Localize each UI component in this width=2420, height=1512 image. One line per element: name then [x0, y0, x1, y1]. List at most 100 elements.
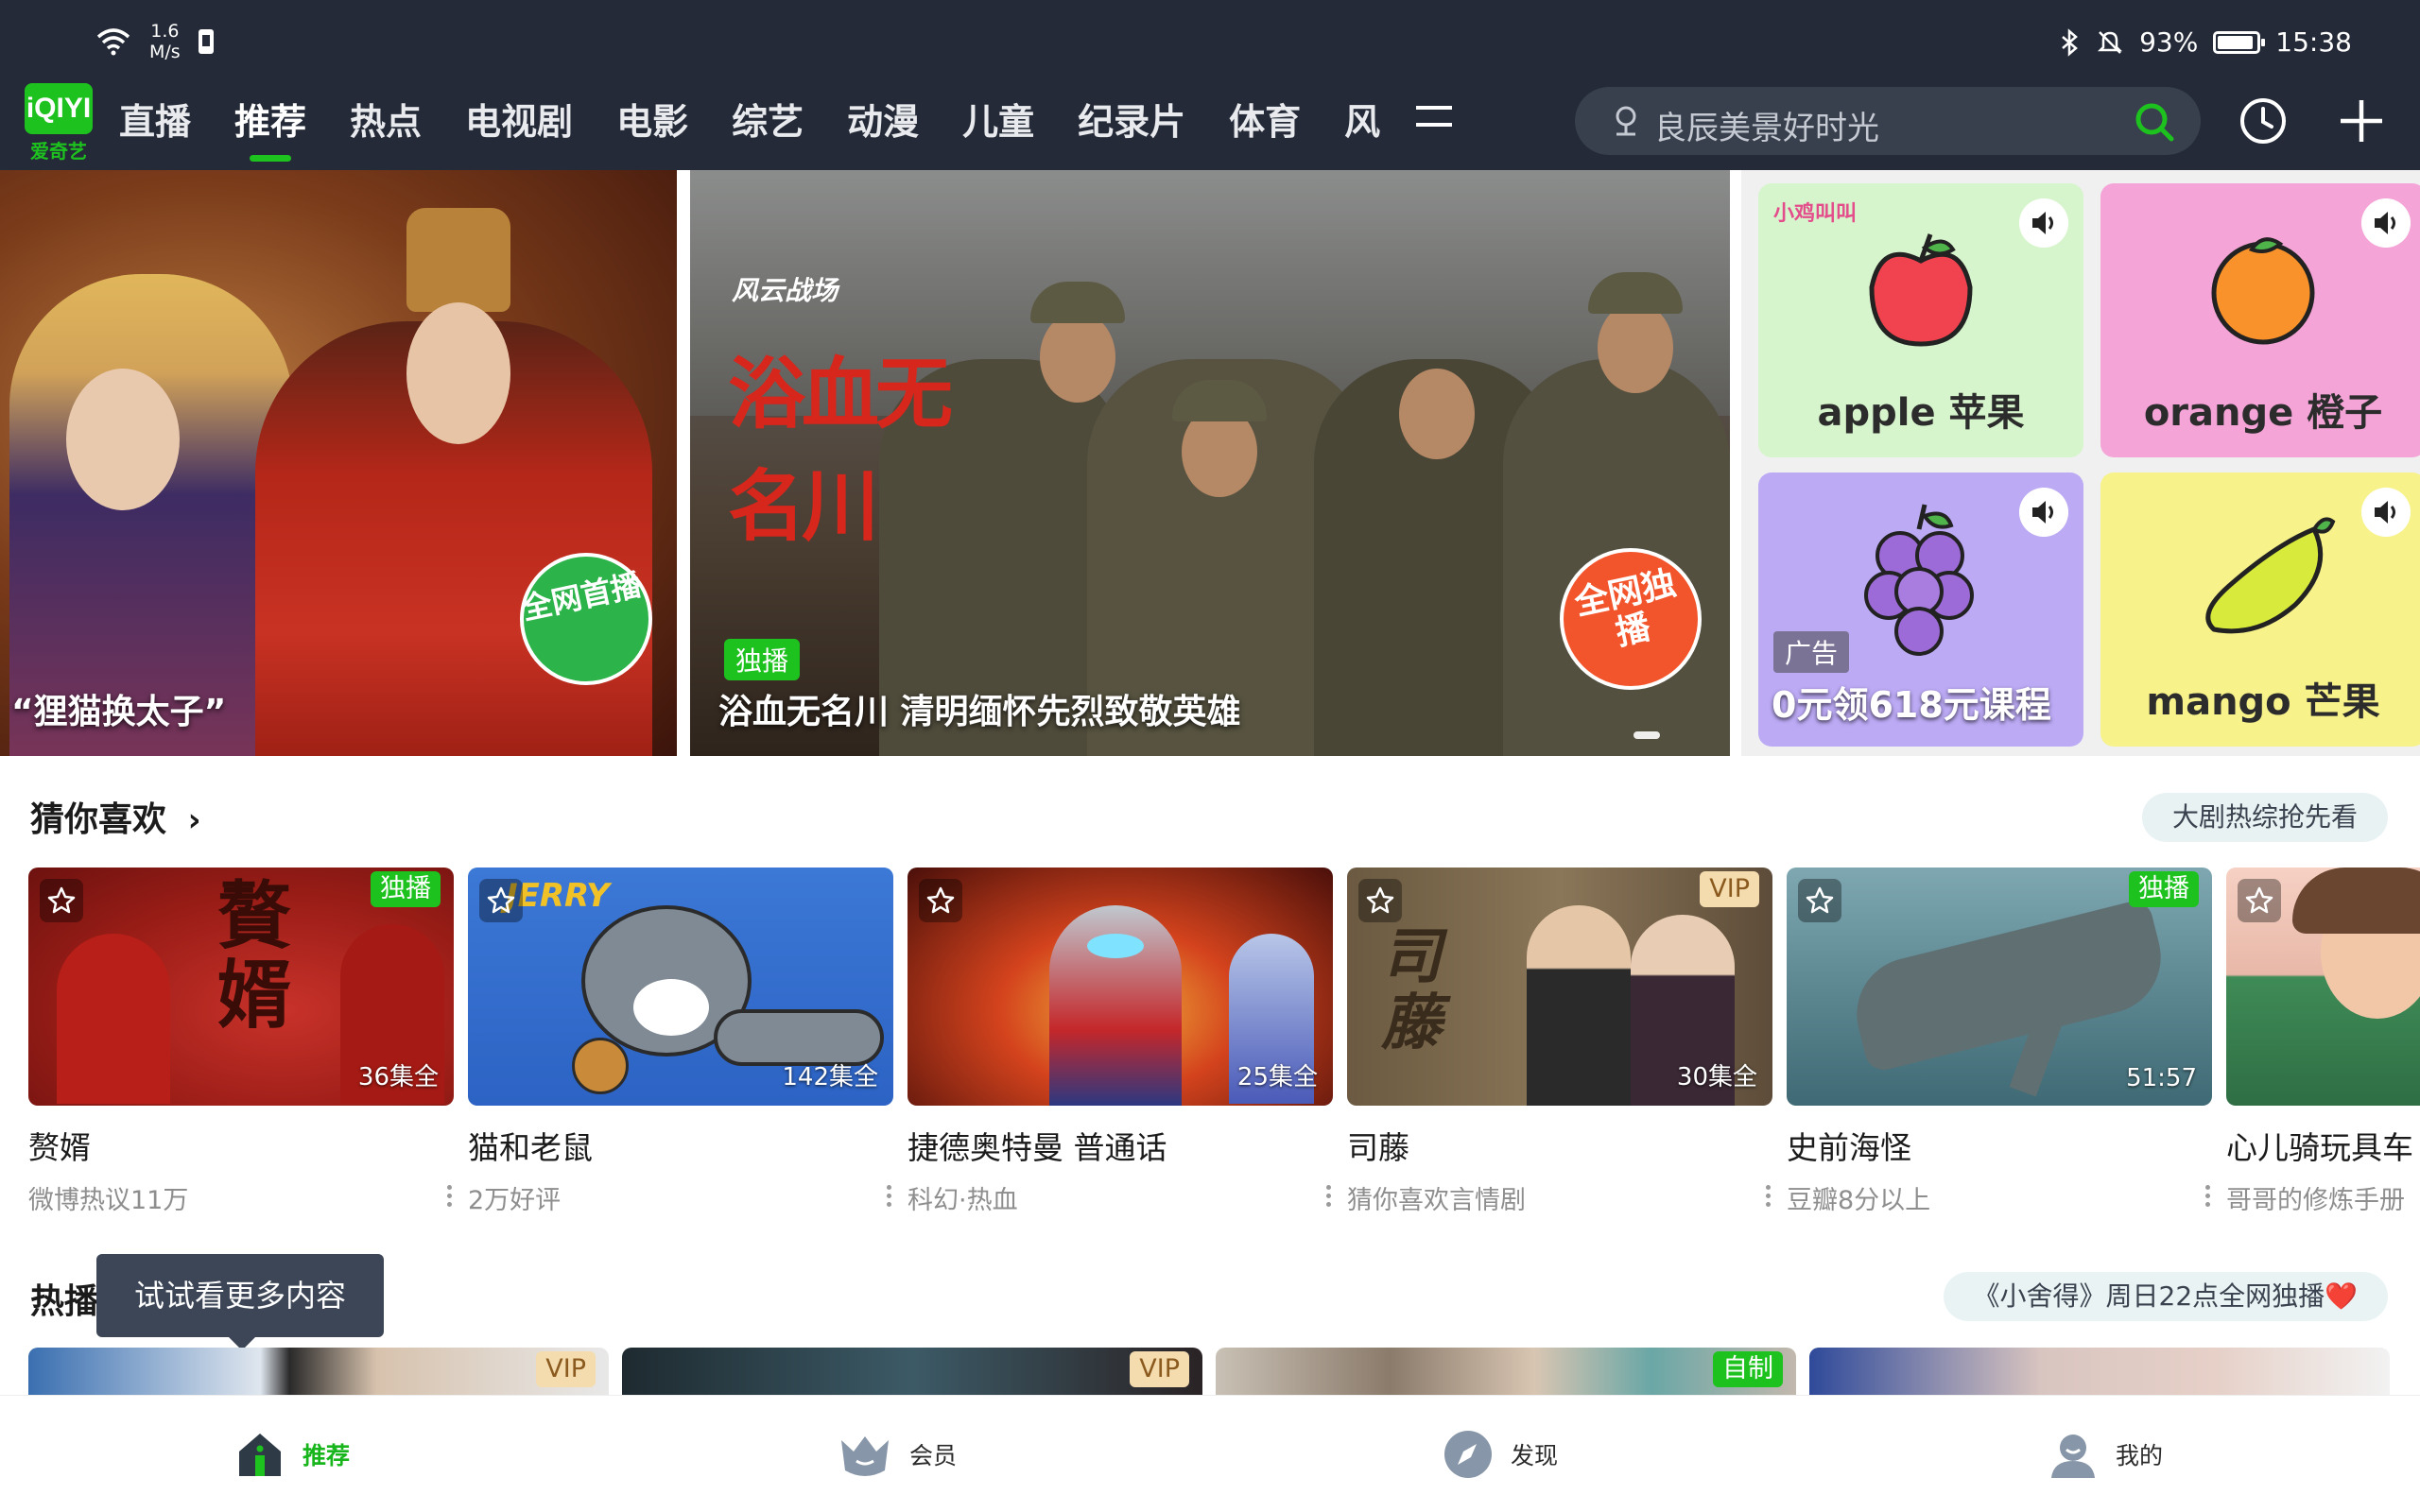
bottom-tab-bar: 推荐 会员 发现 我的	[0, 1395, 2420, 1512]
speaker-icon[interactable]	[2361, 488, 2411, 537]
sim-icon	[198, 29, 214, 54]
speaker-icon[interactable]	[2019, 488, 2068, 537]
favorite-star-icon[interactable]	[1358, 879, 1402, 922]
nav-tab-feng[interactable]: 风	[1344, 93, 1380, 145]
ad-tile-apple[interactable]: 小鸡叫叫 apple 苹果	[1758, 183, 2083, 457]
profile-icon	[2051, 1435, 2095, 1478]
nav-tab-movie[interactable]: 电影	[616, 93, 688, 145]
episode-count: 142集全	[782, 1063, 878, 1091]
app-logo[interactable]: iQIYI 爱奇艺	[25, 83, 93, 163]
more-options-icon[interactable]	[444, 1181, 454, 1213]
card-thumbnail[interactable]	[2226, 868, 2420, 1106]
poster-mouse	[572, 1038, 629, 1094]
favorite-star-icon[interactable]	[919, 879, 962, 922]
video-card[interactable]: JERRY 142集全 猫和老鼠 2万好评	[468, 868, 893, 1216]
nav-tab-anime[interactable]: 动漫	[847, 93, 919, 145]
card-thumbnail[interactable]: 司藤 VIP 30集全	[1347, 868, 1772, 1106]
card-thumbnail[interactable]: 贅婿 独播 36集全	[28, 868, 454, 1106]
nav-menu-icon[interactable]	[1414, 100, 1454, 138]
search-bar[interactable]: 良辰美景好时光	[1575, 87, 2201, 155]
exclusive-badge: 独播	[2129, 871, 2199, 907]
card-thumbnail[interactable]: JERRY 142集全	[468, 868, 893, 1106]
nav-tab-variety[interactable]: 综艺	[732, 93, 804, 145]
chevron-right-icon: ›	[187, 801, 201, 839]
nav-tab-kids[interactable]: 儿童	[962, 93, 1034, 145]
video-card[interactable]: 司藤 VIP 30集全 司藤 猜你喜欢言情剧	[1347, 868, 1772, 1216]
tab-profile[interactable]: 我的	[2048, 1396, 2163, 1512]
tab-label: 发现	[1511, 1442, 1559, 1469]
favorite-star-icon[interactable]	[479, 879, 523, 922]
search-icon[interactable]	[2133, 100, 2176, 144]
net-speed: 1.6 M/s	[149, 21, 181, 62]
section-title-hot[interactable]: 热播	[30, 1274, 98, 1323]
orange-illustration	[2211, 237, 2315, 345]
hot-card-row: VIP VIP 自制	[28, 1348, 2420, 1397]
tab-recommend[interactable]: 推荐	[234, 1396, 350, 1512]
favorite-star-icon[interactable]	[2238, 879, 2281, 922]
channel-nav: 直播 推荐 热点 电视剧 电影 综艺 动漫 儿童 纪录片 体育 风	[119, 93, 1454, 145]
hot-card[interactable]: VIP	[622, 1348, 1202, 1397]
more-options-icon[interactable]	[1763, 1181, 1772, 1213]
video-card[interactable]: 独播 51:57 史前海怪 豆瓣8分以上	[1787, 868, 2212, 1216]
crown-icon	[841, 1436, 889, 1476]
ad-tile-mango[interactable]: mango 芒果	[2100, 472, 2420, 747]
nav-tab-live[interactable]: 直播	[119, 93, 191, 145]
card-subtitle: 哥哥的修炼手册	[2226, 1186, 2405, 1215]
card-subtitle: 猜你喜欢言情剧	[1347, 1186, 1526, 1215]
word-english: orange	[2143, 391, 2294, 435]
history-icon[interactable]	[2237, 94, 2290, 147]
top-bar: 1.6 M/s 93% 15:38 iQIYI 爱奇艺 直播 推荐 热点 电视剧…	[0, 0, 2420, 170]
ad-caption: 0元领618元课程	[1772, 684, 2051, 726]
hint-tooltip[interactable]: 试试看更多内容	[96, 1254, 384, 1350]
nav-tab-sports[interactable]: 体育	[1229, 93, 1301, 145]
banner-caption: “狸猫换太子”	[11, 693, 227, 731]
card-subtitle: 豆瓣8分以上	[1787, 1186, 1931, 1215]
card-title: 猫和老鼠	[468, 1129, 593, 1166]
section-title-guess[interactable]: 猜你喜欢 ›	[30, 792, 201, 841]
nav-tab-tv[interactable]: 电视剧	[465, 93, 573, 145]
hot-card[interactable]	[1809, 1348, 2390, 1397]
more-options-icon[interactable]	[1323, 1181, 1333, 1213]
more-options-icon[interactable]	[884, 1181, 893, 1213]
section-chip-hot[interactable]: 《小舍得》周日22点全网独播❤️	[1943, 1272, 2388, 1321]
video-card[interactable]: 贅婿 独播 36集全 赘婿 微博热议11万	[28, 868, 454, 1216]
section-title-text: 猜你喜欢	[30, 800, 167, 839]
exclusive-tag: 独播	[724, 639, 801, 680]
nav-tab-hot[interactable]: 热点	[350, 93, 422, 145]
tab-discover[interactable]: 发现	[1443, 1396, 1558, 1512]
speaker-icon[interactable]	[2019, 198, 2068, 248]
ad-tile-orange[interactable]: orange 橙子	[2100, 183, 2420, 457]
ad-label: 广告	[1773, 631, 1850, 673]
favorite-star-icon[interactable]	[1798, 879, 1841, 922]
video-card[interactable]: 25集全 捷德奥特曼 普通话 科幻·热血	[908, 868, 1333, 1216]
grape-illustration	[1864, 504, 1974, 656]
section-chip-guess[interactable]: 大剧热综抢先看	[2141, 793, 2388, 842]
banner-slide-1[interactable]: 全网首播 “狸猫换太子”	[0, 170, 677, 756]
status-bar: 1.6 M/s 93% 15:38	[0, 0, 2420, 81]
tab-label: 我的	[2116, 1442, 2164, 1469]
poster-figure	[57, 934, 170, 1104]
nav-tab-recommend[interactable]: 推荐	[234, 93, 306, 145]
more-options-icon[interactable]	[2203, 1181, 2212, 1213]
banner-slide-2[interactable]: 风云战场 浴血无名川 全网独播 独播 浴血无名川 清明缅怀先烈致敬英雄	[690, 170, 1730, 756]
card-thumbnail[interactable]: 25集全	[908, 868, 1333, 1106]
banner-carousel[interactable]: 全网首播 “狸猫换太子” 风云战场 浴血无名川 全网独播 独播 浴血无名川 清明…	[0, 170, 2420, 756]
favorite-star-icon[interactable]	[40, 879, 83, 922]
speaker-icon[interactable]	[2361, 198, 2411, 248]
card-thumbnail[interactable]: 独播 51:57	[1787, 868, 2212, 1106]
video-card[interactable]: 心儿骑玩具车 哥哥的修炼手册	[2226, 868, 2420, 1216]
hot-card[interactable]: VIP	[28, 1348, 609, 1397]
nav-tab-documentary[interactable]: 纪录片	[1078, 93, 1185, 145]
ad-panel[interactable]: 小鸡叫叫 apple 苹果 orange 橙子 广告 0元领618元课程 man…	[1741, 170, 2420, 756]
guess-card-row: 贅婿 独播 36集全 赘婿 微博热议11万 JERRY 142集全 猫和老鼠 2…	[28, 868, 2420, 1215]
ad-tile-grape[interactable]: 广告 0元领618元课程	[1758, 472, 2083, 747]
ad-word-mango: mango 芒果	[2100, 671, 2420, 726]
battery-icon	[2213, 30, 2266, 54]
card-subtitle: 微博热议11万	[28, 1186, 189, 1215]
episode-count: 30集全	[1676, 1063, 1757, 1091]
tab-vip[interactable]: 会员	[838, 1396, 957, 1512]
hot-card[interactable]: 自制	[1216, 1348, 1796, 1397]
plus-icon[interactable]	[2335, 94, 2388, 147]
episode-count: 36集全	[357, 1063, 439, 1091]
tab-label: 推荐	[302, 1442, 351, 1469]
